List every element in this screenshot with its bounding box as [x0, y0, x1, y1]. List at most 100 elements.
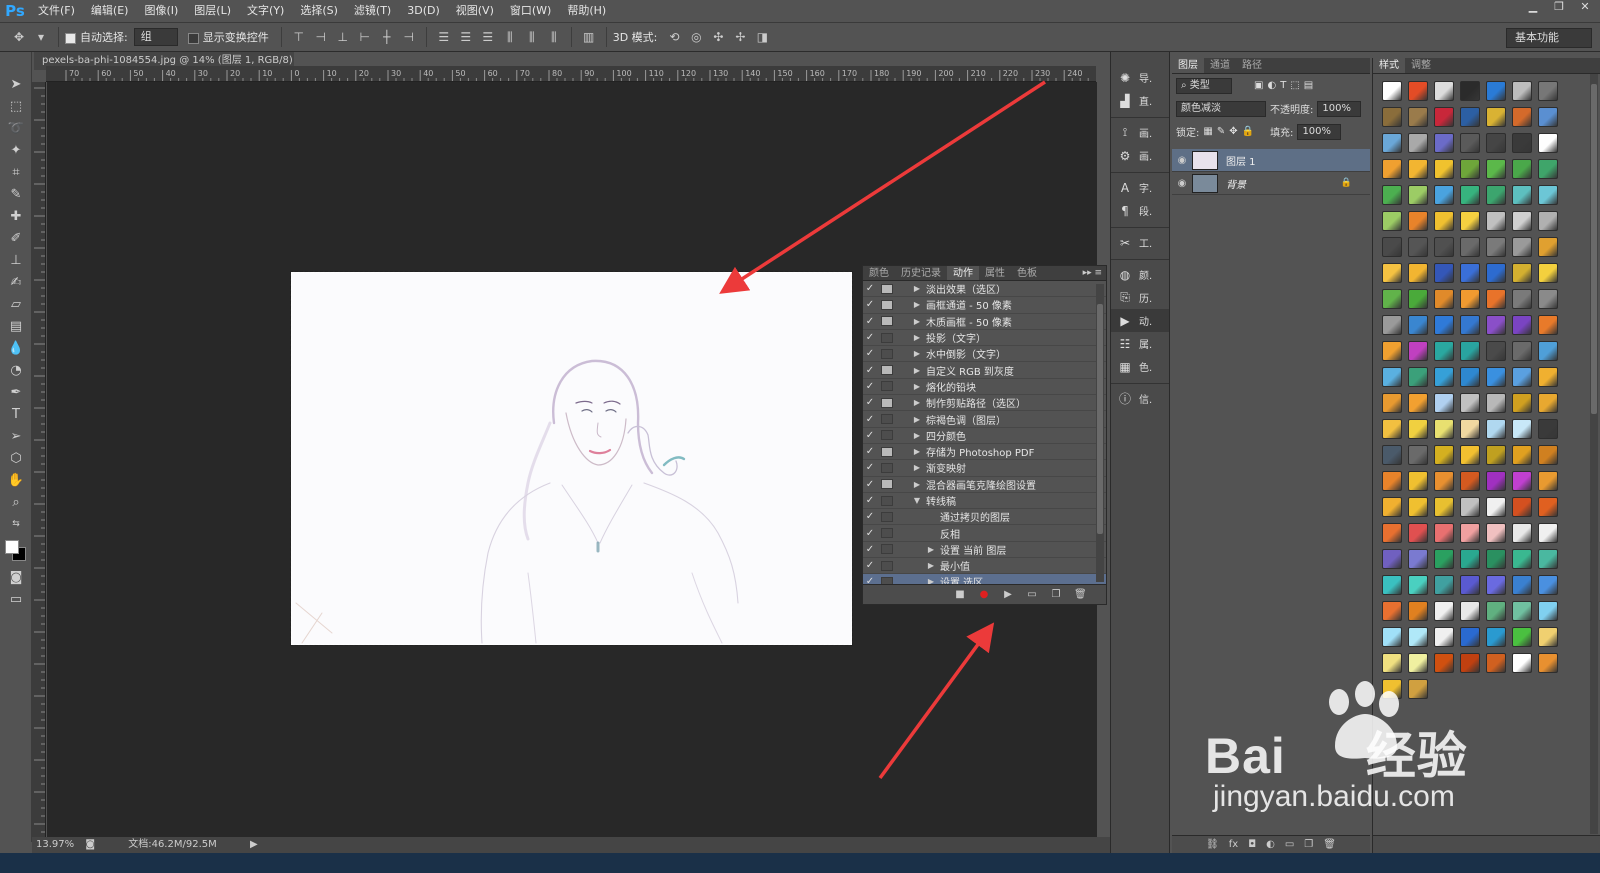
distribute-hcenter-icon[interactable]: ⫼	[523, 28, 541, 46]
style-swatch[interactable]	[1512, 367, 1532, 387]
actions-panel-tab-4[interactable]: 色板	[1011, 266, 1043, 280]
style-swatch[interactable]	[1382, 679, 1402, 699]
collapse-arrow-icon[interactable]: ▼	[912, 496, 922, 505]
action-row[interactable]: ✓ ▶ 渐变映射	[863, 460, 1106, 477]
style-swatch[interactable]	[1512, 237, 1532, 257]
layer-filter-dropdown[interactable]: ⌕ 类型	[1176, 77, 1232, 94]
layer-row[interactable]: ◉ 背景 🔒	[1172, 172, 1370, 195]
style-swatch[interactable]	[1434, 627, 1454, 647]
eraser-tool-icon[interactable]: ▱	[4, 294, 28, 315]
dock-item-brush[interactable]: ⚙ 画.	[1111, 144, 1169, 167]
dialog-toggle-icon[interactable]	[881, 528, 893, 539]
style-swatch[interactable]	[1486, 497, 1506, 517]
auto-select-checkbox[interactable]	[65, 32, 76, 44]
action-row[interactable]: ✓ ▶ 棕褐色调（图层）	[863, 411, 1106, 428]
action-row[interactable]: ✓ ▶ 熔化的铅块	[863, 379, 1106, 396]
style-swatch[interactable]	[1434, 523, 1454, 543]
style-swatch[interactable]	[1538, 367, 1558, 387]
expand-arrow-icon[interactable]: ▶	[912, 463, 922, 472]
expand-arrow-icon[interactable]: ▶	[912, 300, 922, 309]
style-swatch[interactable]	[1460, 523, 1480, 543]
style-swatch[interactable]	[1408, 367, 1428, 387]
new-layer-icon[interactable]: ❐	[1304, 839, 1313, 850]
layer-style-icon[interactable]: fx	[1229, 839, 1238, 850]
layers-panel-tab-2[interactable]: 路径	[1236, 58, 1268, 73]
style-swatch[interactable]	[1408, 445, 1428, 465]
action-toggle-checkbox[interactable]: ✓	[863, 462, 877, 473]
action-toggle-checkbox[interactable]: ✓	[863, 316, 877, 327]
close-button[interactable]: ✕	[1574, 0, 1596, 16]
3d-pan-icon[interactable]: ✣	[709, 28, 727, 46]
style-swatch[interactable]	[1434, 653, 1454, 673]
style-swatch[interactable]	[1486, 341, 1506, 361]
style-swatch[interactable]	[1538, 393, 1558, 413]
dialog-toggle-icon[interactable]	[881, 446, 893, 457]
style-swatch[interactable]	[1382, 445, 1402, 465]
action-toggle-checkbox[interactable]: ✓	[863, 299, 877, 310]
filter-adjust-icon[interactable]: ◐	[1267, 80, 1276, 91]
clone-stamp-tool-icon[interactable]: ⊥	[4, 250, 28, 271]
style-swatch[interactable]	[1382, 601, 1402, 621]
styles-panel-tab-0[interactable]: 样式	[1373, 58, 1405, 73]
distribute-right-icon[interactable]: ⫼	[545, 28, 563, 46]
opacity-input[interactable]: 100%	[1317, 100, 1362, 117]
layers-panel-tab-0[interactable]: 图层	[1172, 58, 1204, 73]
style-swatch[interactable]	[1538, 627, 1558, 647]
style-swatch[interactable]	[1512, 133, 1532, 153]
3d-roll-icon[interactable]: ◎	[687, 28, 705, 46]
style-swatch[interactable]	[1486, 471, 1506, 491]
style-swatch[interactable]	[1460, 133, 1480, 153]
visibility-eye-icon[interactable]: ◉	[1172, 178, 1192, 189]
action-toggle-checkbox[interactable]: ✓	[863, 544, 877, 555]
blend-mode-dropdown[interactable]: 颜色减淡	[1176, 100, 1266, 117]
action-toggle-checkbox[interactable]: ✓	[863, 511, 877, 522]
3d-slide-icon[interactable]: ✢	[731, 28, 749, 46]
layer-thumbnail[interactable]	[1192, 150, 1218, 170]
menu-item-3[interactable]: 图层(L)	[186, 0, 239, 22]
menu-item-6[interactable]: 滤镜(T)	[346, 0, 399, 22]
actions-panel-tab-3[interactable]: 属性	[979, 266, 1011, 280]
expand-arrow-icon[interactable]: ▶	[912, 317, 922, 326]
style-swatch[interactable]	[1512, 549, 1532, 569]
style-swatch[interactable]	[1434, 601, 1454, 621]
dialog-toggle-icon[interactable]	[881, 462, 893, 473]
style-swatch[interactable]	[1486, 211, 1506, 231]
menu-item-10[interactable]: 帮助(H)	[559, 0, 614, 22]
type-tool-icon[interactable]: T	[4, 404, 28, 425]
style-swatch[interactable]	[1512, 81, 1532, 101]
style-swatch[interactable]	[1512, 159, 1532, 179]
style-swatch[interactable]	[1460, 575, 1480, 595]
dock-item-color[interactable]: ◍ 颜.	[1111, 263, 1169, 286]
style-swatch[interactable]	[1512, 107, 1532, 127]
action-toggle-checkbox[interactable]: ✓	[863, 560, 877, 571]
style-swatch[interactable]	[1486, 315, 1506, 335]
3d-scale-icon[interactable]: ◨	[753, 28, 771, 46]
lock-transparent-icon[interactable]: ▦	[1203, 126, 1212, 137]
dialog-toggle-icon[interactable]	[881, 316, 893, 327]
style-swatch[interactable]	[1408, 601, 1428, 621]
path-selection-tool-icon[interactable]: ➢	[4, 426, 28, 447]
styles-scrollbar[interactable]	[1590, 74, 1598, 834]
action-toggle-checkbox[interactable]: ✓	[863, 397, 877, 408]
style-swatch[interactable]	[1486, 185, 1506, 205]
style-swatch[interactable]	[1434, 237, 1454, 257]
style-swatch[interactable]	[1434, 263, 1454, 283]
style-swatch[interactable]	[1460, 601, 1480, 621]
style-swatch[interactable]	[1434, 419, 1454, 439]
style-swatch[interactable]	[1434, 185, 1454, 205]
style-swatch[interactable]	[1382, 419, 1402, 439]
filter-type-icon[interactable]: T	[1280, 80, 1286, 91]
style-swatch[interactable]	[1460, 107, 1480, 127]
style-swatch[interactable]	[1512, 185, 1532, 205]
style-swatch[interactable]	[1382, 263, 1402, 283]
dock-item-layer-comp[interactable]: ☷ 属.	[1111, 332, 1169, 355]
style-swatch[interactable]	[1486, 523, 1506, 543]
expand-arrow-icon[interactable]: ▶	[912, 333, 922, 342]
dialog-toggle-icon[interactable]	[881, 479, 893, 490]
style-swatch[interactable]	[1382, 133, 1402, 153]
style-swatch[interactable]	[1382, 211, 1402, 231]
style-swatch[interactable]	[1434, 445, 1454, 465]
style-swatch[interactable]	[1460, 237, 1480, 257]
style-swatch[interactable]	[1382, 81, 1402, 101]
style-swatch[interactable]	[1434, 211, 1454, 231]
